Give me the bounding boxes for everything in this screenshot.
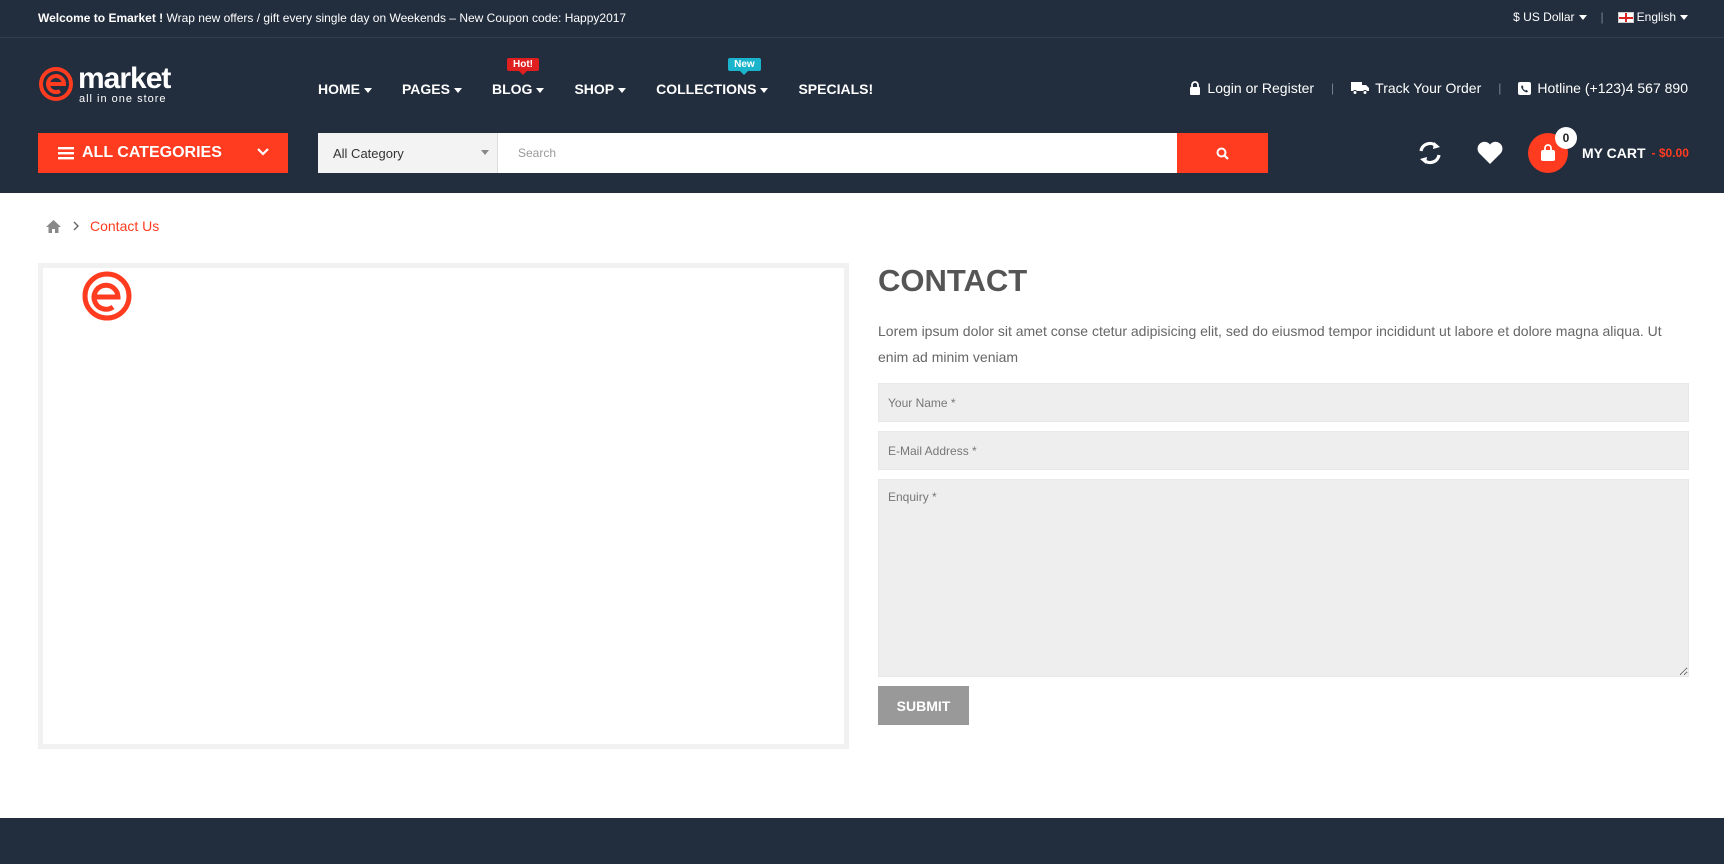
chevron-down-icon: [453, 87, 462, 93]
header-icons: [1412, 135, 1532, 171]
currency-selector[interactable]: $ US Dollar: [1513, 10, 1587, 24]
track-order-link[interactable]: Track Your Order: [1351, 80, 1481, 96]
cart-button[interactable]: 0 MY CART - $0.00: [1528, 127, 1689, 173]
hotline-label: Hotline (+123)4 567 890: [1537, 80, 1688, 96]
all-categories-label: ALL CATEGORIES: [82, 144, 222, 161]
footer: [0, 818, 1724, 864]
nav-specials[interactable]: SPECIALS!: [798, 81, 873, 97]
category-select-value: All Category: [333, 145, 404, 161]
refresh-icon: [1419, 141, 1441, 165]
currency-label: $ US Dollar: [1513, 10, 1575, 24]
hot-badge: Hot!: [506, 58, 539, 75]
emarket-logo-icon: [39, 67, 73, 101]
main-nav: HOME PAGES Hot! BLOG SHOP New COLLECTIONS …: [318, 58, 903, 97]
cart-total: - $0.00: [1651, 146, 1689, 160]
name-field[interactable]: [878, 383, 1689, 422]
chevron-down-icon: [536, 87, 545, 93]
chevron-down-icon: [481, 150, 489, 155]
search-bar: All Category: [318, 133, 1268, 173]
compare-button[interactable]: [1412, 135, 1448, 171]
chevron-right-icon: [73, 221, 79, 231]
search-input[interactable]: [498, 133, 1177, 173]
logo-tagline: all in one store: [79, 93, 167, 105]
phone-icon: [1518, 81, 1532, 95]
nav-blog[interactable]: Hot! BLOG: [491, 58, 545, 97]
submit-button[interactable]: SUBMIT: [878, 686, 969, 725]
logo-wordmark: market: [78, 62, 171, 95]
email-field[interactable]: [878, 431, 1689, 470]
all-categories-button[interactable]: ALL CATEGORIES: [38, 133, 288, 173]
welcome-bold: Welcome to Emarket !: [38, 11, 164, 25]
chevron-down-icon: [257, 148, 269, 156]
cart-count-badge: 0: [1555, 127, 1577, 149]
nav-specials-label: SPECIALS!: [798, 81, 874, 97]
chevron-down-icon: [618, 87, 627, 93]
map-panel: [38, 263, 849, 749]
nav-blog-label: BLOG: [491, 81, 533, 97]
divider: |: [1498, 81, 1502, 95]
contact-section: CONTACT Lorem ipsum dolor sit amet conse…: [878, 263, 1689, 725]
heart-icon: [1477, 141, 1503, 164]
lock-icon: [1190, 81, 1201, 95]
chevron-down-icon: [1578, 15, 1587, 21]
hamburger-icon: [58, 147, 74, 160]
divider: |: [1600, 10, 1604, 24]
welcome-text: Wrap new offers / gift every single day …: [163, 11, 627, 25]
contact-title: CONTACT: [878, 263, 1028, 298]
nav-collections[interactable]: New COLLECTIONS: [656, 58, 769, 97]
breadcrumb-current: Contact Us: [90, 218, 160, 234]
category-select[interactable]: All Category: [318, 133, 498, 173]
nav-pages[interactable]: PAGES: [402, 81, 462, 97]
account-links: Login or Register | Track Your Order | H…: [1189, 80, 1688, 96]
hotline: Hotline (+123)4 567 890: [1518, 80, 1688, 96]
wishlist-button[interactable]: [1472, 135, 1508, 171]
uk-flag-icon: [1617, 12, 1634, 24]
chevron-down-icon: [364, 87, 372, 93]
divider: |: [1331, 81, 1335, 95]
welcome-message: Welcome to Emarket ! Wrap new offers / g…: [38, 11, 626, 25]
top-bar: Welcome to Emarket ! Wrap new offers / g…: [0, 0, 1724, 38]
language-label: English: [1636, 10, 1676, 24]
nav-shop[interactable]: SHOP: [574, 81, 627, 97]
track-label: Track Your Order: [1375, 80, 1482, 96]
shopping-bag-icon: [1541, 144, 1555, 161]
login-label: Login or Register: [1207, 80, 1315, 96]
main-header: market all in one store HOME PAGES Hot! B…: [0, 38, 1724, 193]
login-register-link[interactable]: Login or Register: [1189, 80, 1314, 96]
nav-shop-label: SHOP: [574, 81, 615, 97]
nav-home-label: HOME: [318, 81, 360, 97]
chevron-down-icon: [760, 87, 769, 93]
nav-pages-label: PAGES: [402, 81, 450, 97]
language-selector[interactable]: English: [1617, 10, 1688, 24]
emarket-logo-icon: [82, 271, 132, 321]
breadcrumb: Contact Us: [45, 218, 159, 234]
cart-bag: 0: [1528, 127, 1577, 173]
nav-collections-label: COLLECTIONS: [656, 81, 757, 97]
enquiry-field[interactable]: [878, 479, 1689, 677]
new-badge: New: [728, 58, 761, 75]
chevron-down-icon: [1680, 15, 1688, 21]
truck-icon: [1351, 82, 1370, 95]
contact-description: Lorem ipsum dolor sit amet conse ctetur …: [878, 323, 1662, 365]
search-button[interactable]: [1177, 133, 1268, 173]
home-icon[interactable]: [45, 219, 62, 234]
site-logo[interactable]: market all in one store: [38, 62, 188, 108]
cart-label: MY CART: [1582, 145, 1646, 161]
search-icon: [1216, 147, 1229, 160]
nav-home[interactable]: HOME: [318, 81, 372, 97]
